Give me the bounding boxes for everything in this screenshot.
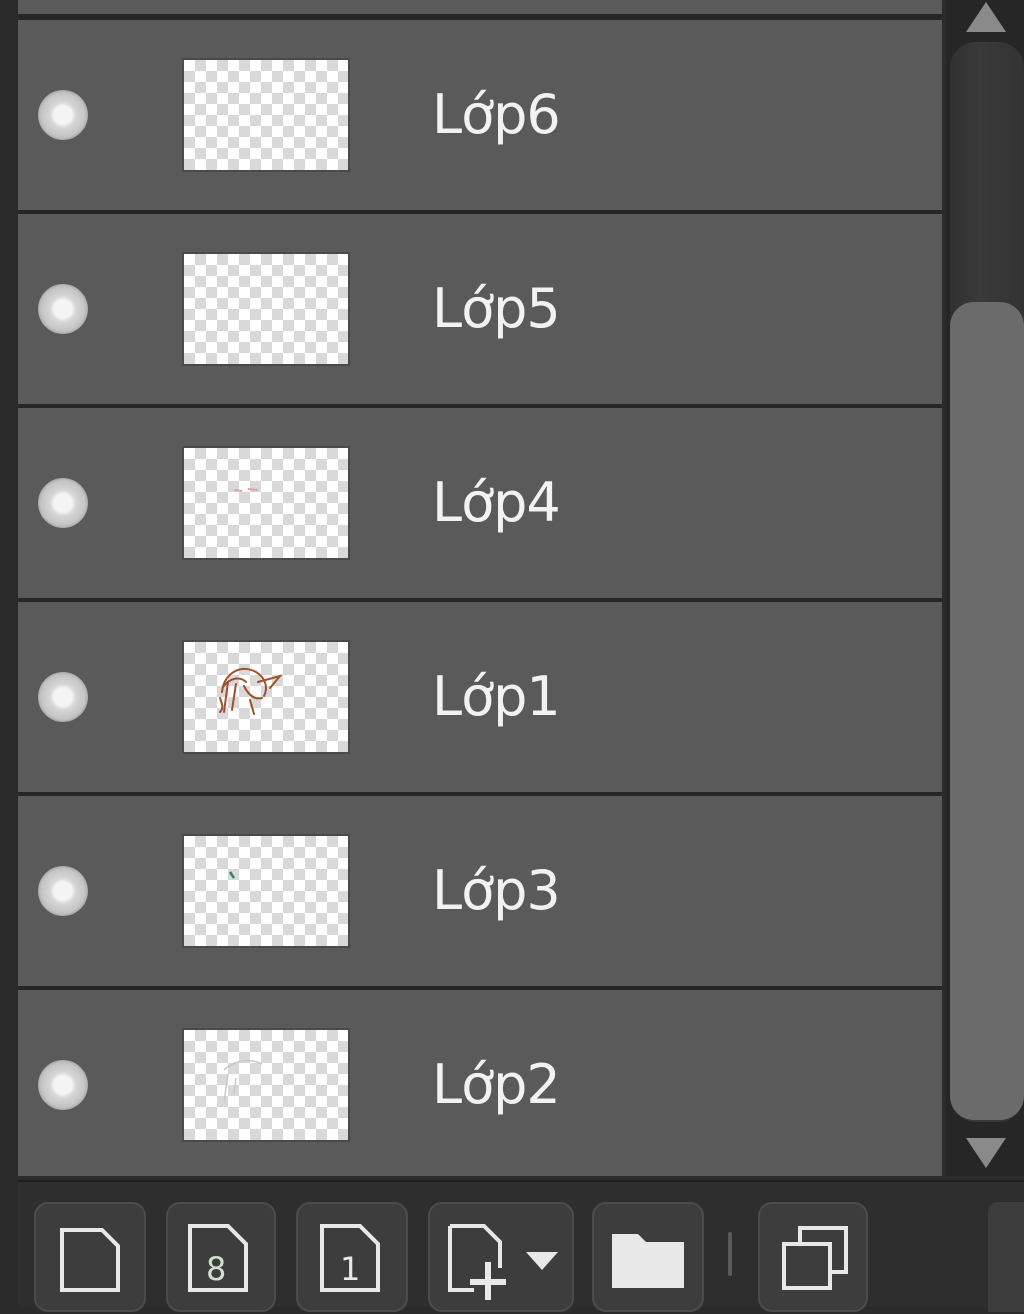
add-layer-dropdown-button[interactable] [428,1202,574,1312]
duplicate-layer-icon [782,1226,848,1290]
layer-thumbnail [182,1028,350,1142]
thumbnail-marks [233,488,259,492]
visibility-toggle[interactable] [38,478,88,528]
scroll-thumb[interactable] [950,302,1024,1120]
duplicate-layer-button[interactable] [758,1202,868,1312]
layer-thumbnail [182,58,350,172]
visibility-toggle[interactable] [38,1060,88,1110]
layer-row[interactable]: Lớp1 [18,602,942,792]
layer-toolbar: 8 1 [18,1180,1024,1312]
layer-thumbnail [182,640,350,754]
new-layer-button[interactable] [34,1202,146,1312]
thumbnail-mark [228,871,236,879]
new-layer-icon [60,1228,120,1292]
new-1bit-layer-button[interactable]: 1 [296,1202,408,1312]
layer-row[interactable]: Lớp6 [18,20,942,210]
folder-icon [612,1234,684,1288]
new-folder-button[interactable] [592,1202,704,1312]
layer-name: Lớp6 [432,83,561,146]
visibility-toggle[interactable] [38,866,88,916]
thumbnail-faint-sketch [223,1059,263,1103]
scroll-up-arrow-icon[interactable] [966,2,1006,32]
layer-name: Lớp4 [432,471,561,534]
new-8bit-layer-icon: 8 [188,1224,248,1292]
layer-row[interactable]: Lớp3 [18,796,942,986]
add-layer-dropdown-icon [448,1224,558,1300]
new-8bit-layer-button[interactable]: 8 [166,1202,276,1312]
layer-name: Lớp1 [432,665,561,728]
visibility-toggle[interactable] [38,284,88,334]
layer-thumbnail [182,446,350,560]
layer-name: Lớp5 [432,277,561,340]
layer-row[interactable]: Lớp4 [18,408,942,598]
layer-list: Lớp6 Lớp5 Lớp4 Lớp1 Lớp3 Lớp2 [18,0,942,1176]
toolbar-overflow[interactable] [988,1202,1024,1312]
vertical-scrollbar[interactable] [946,0,1024,1176]
panel-left-edge [0,0,18,1305]
scroll-down-arrow-icon[interactable] [966,1138,1006,1168]
layer-row-partial[interactable] [18,0,942,18]
button-glyph: 8 [206,1250,226,1288]
visibility-toggle[interactable] [38,90,88,140]
layer-name: Lớp3 [432,859,561,922]
visibility-toggle[interactable] [38,672,88,722]
toolbar-separator [728,1232,732,1276]
button-glyph: 1 [340,1250,360,1288]
layer-thumbnail [182,834,350,948]
layer-name: Lớp2 [432,1053,561,1116]
layer-row[interactable]: Lớp5 [18,214,942,404]
thumbnail-sketch [219,667,283,715]
layer-row[interactable]: Lớp2 [18,990,942,1176]
layer-thumbnail [182,252,350,366]
new-1bit-layer-icon: 1 [320,1224,380,1292]
